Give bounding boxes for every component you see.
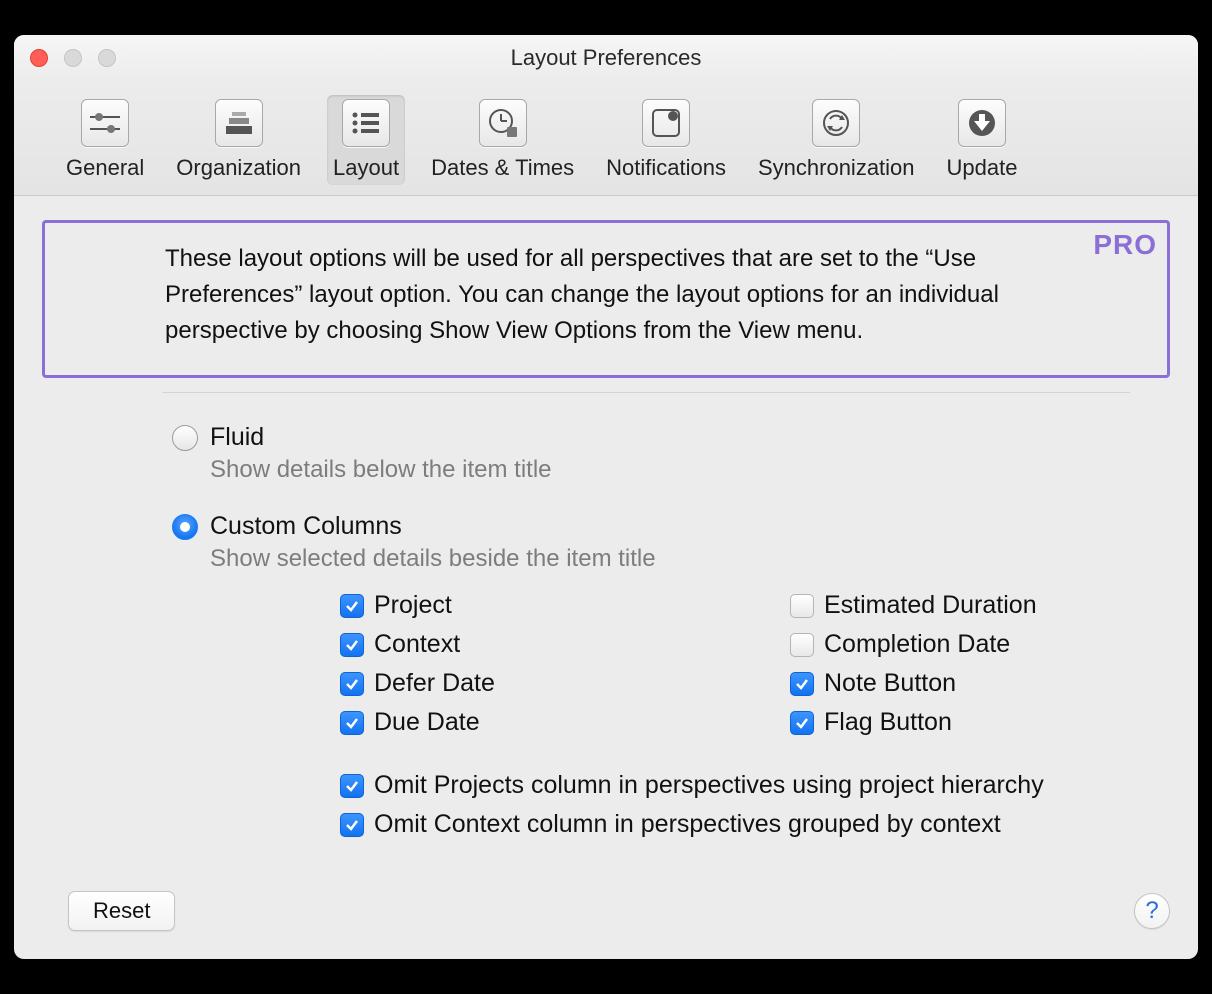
checkbox-icon	[340, 633, 364, 657]
reset-button[interactable]: Reset	[68, 891, 175, 931]
checkbox-label: Context	[374, 630, 460, 659]
checkbox-label: Flag Button	[824, 708, 952, 737]
tab-dates-times[interactable]: Dates & Times	[425, 95, 580, 185]
radio-custom-columns[interactable]: Custom Columns	[172, 512, 1170, 541]
checkbox-omit-context[interactable]: Omit Context column in perspectives grou…	[340, 810, 1170, 839]
titlebar: Layout Preferences	[14, 35, 1198, 81]
checkbox-due-date[interactable]: Due Date	[340, 708, 790, 737]
radio-label: Custom Columns	[210, 512, 402, 541]
sliders-icon	[81, 99, 129, 147]
checkbox-icon	[340, 672, 364, 696]
download-icon	[958, 99, 1006, 147]
tab-label: Organization	[176, 155, 301, 181]
clock-icon	[479, 99, 527, 147]
tab-update[interactable]: Update	[941, 95, 1024, 185]
radio-icon	[172, 425, 198, 451]
checkbox-label: Omit Projects column in perspectives usi…	[374, 771, 1044, 800]
checkbox-label: Note Button	[824, 669, 956, 698]
checkbox-icon	[790, 633, 814, 657]
tab-general[interactable]: General	[60, 95, 150, 185]
radio-description: Show details below the item title	[210, 456, 1170, 484]
checkbox-label: Project	[374, 591, 452, 620]
checkbox-note-button[interactable]: Note Button	[790, 669, 1198, 698]
checkbox-label: Estimated Duration	[824, 591, 1037, 620]
list-icon	[342, 99, 390, 147]
checkbox-flag-button[interactable]: Flag Button	[790, 708, 1198, 737]
tab-label: Synchronization	[758, 155, 915, 181]
checkbox-omit-projects[interactable]: Omit Projects column in perspectives usi…	[340, 771, 1170, 800]
preferences-window: Layout Preferences General Organization …	[14, 35, 1198, 959]
tab-organization[interactable]: Organization	[170, 95, 307, 185]
tab-notifications[interactable]: Notifications	[600, 95, 732, 185]
tab-label: Dates & Times	[431, 155, 574, 181]
info-callout: PRO These layout options will be used fo…	[42, 220, 1170, 378]
pro-badge: PRO	[1093, 229, 1157, 261]
checkbox-label: Completion Date	[824, 630, 1010, 659]
callout-text: These layout options will be used for al…	[165, 241, 1057, 349]
tab-layout[interactable]: Layout	[327, 95, 405, 185]
checkbox-icon	[790, 711, 814, 735]
checkbox-completion-date[interactable]: Completion Date	[790, 630, 1198, 659]
checkbox-icon	[790, 672, 814, 696]
layout-mode-group: Fluid Show details below the item title …	[172, 423, 1170, 839]
divider	[162, 392, 1130, 393]
checkbox-icon	[340, 774, 364, 798]
stack-icon	[215, 99, 263, 147]
radio-label: Fluid	[210, 423, 264, 452]
checkbox-icon	[340, 594, 364, 618]
tab-label: Update	[947, 155, 1018, 181]
radio-icon	[172, 514, 198, 540]
radio-fluid[interactable]: Fluid	[172, 423, 1170, 452]
checkbox-context[interactable]: Context	[340, 630, 790, 659]
sync-icon	[812, 99, 860, 147]
tab-label: Layout	[333, 155, 399, 181]
checkbox-project[interactable]: Project	[340, 591, 790, 620]
footer: Reset ?	[14, 873, 1198, 959]
checkbox-label: Due Date	[374, 708, 480, 737]
omit-options: Omit Projects column in perspectives usi…	[340, 771, 1170, 839]
checkbox-estimated-duration[interactable]: Estimated Duration	[790, 591, 1198, 620]
tab-label: General	[66, 155, 144, 181]
window-title: Layout Preferences	[14, 45, 1198, 71]
checkbox-label: Defer Date	[374, 669, 495, 698]
tab-synchronization[interactable]: Synchronization	[752, 95, 921, 185]
checkbox-label: Omit Context column in perspectives grou…	[374, 810, 1001, 839]
checkbox-defer-date[interactable]: Defer Date	[340, 669, 790, 698]
checkbox-icon	[340, 813, 364, 837]
radio-description: Show selected details beside the item ti…	[210, 545, 1170, 573]
tab-label: Notifications	[606, 155, 726, 181]
column-checkbox-grid: Project Estimated Duration Context Compl…	[340, 591, 1170, 737]
notification-icon	[642, 99, 690, 147]
help-button[interactable]: ?	[1134, 893, 1170, 929]
checkbox-icon	[790, 594, 814, 618]
checkbox-icon	[340, 711, 364, 735]
content-area: PRO These layout options will be used fo…	[14, 196, 1198, 873]
preferences-toolbar: General Organization Layout Dates & Time…	[14, 81, 1198, 196]
